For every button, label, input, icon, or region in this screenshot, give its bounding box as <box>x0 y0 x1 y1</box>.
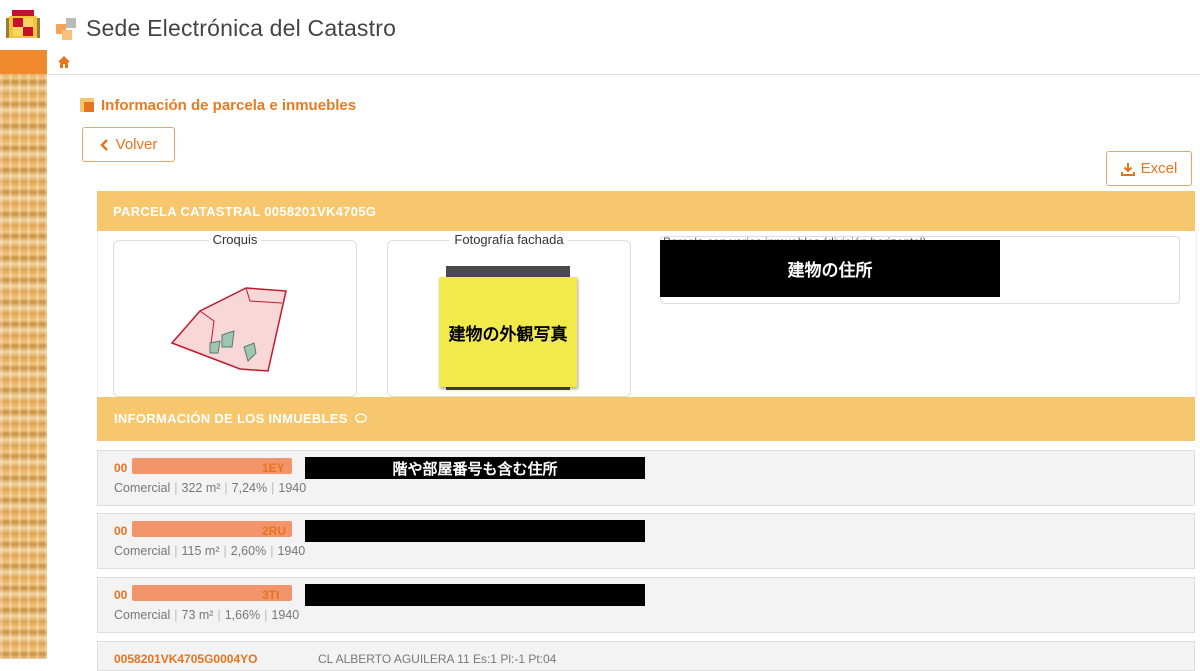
parcela-header-text: PARCELA CATASTRAL 0058201VK4705G <box>113 204 377 219</box>
inmueble-ref-prefix[interactable]: 00 <box>114 524 127 538</box>
inmueble-row[interactable]: 00 3TI Comercial | 73 m² | 1,66% | 1940 <box>97 577 1195 633</box>
inmueble-use: Comercial <box>114 481 171 495</box>
inmueble-row[interactable]: 0058201VK4705G0004YO CL ALBERTO AGUILERA… <box>97 641 1195 671</box>
fachada-label: Fotografía fachada <box>450 232 568 247</box>
header-accent-strip <box>0 50 47 74</box>
chevron-left-icon <box>99 138 108 151</box>
page-title-text: Información de parcela e inmuebles <box>101 97 357 114</box>
inmueble-ref[interactable]: 0058201VK4705G0004YO <box>114 652 257 666</box>
inmueble-ref-suffix[interactable]: 2RU <box>262 524 286 538</box>
page-title: Información de parcela e inmuebles <box>81 97 356 114</box>
parcela-panel-header: PARCELA CATASTRAL 0058201VK4705G <box>97 191 1195 231</box>
address-redaction: 建物の住所 <box>660 240 1000 297</box>
fachada-box[interactable]: Fotografía fachada 建物の外観写真 <box>387 232 631 397</box>
inmuebles-panel-header: INFORMACIÓN DE LOS INMUEBLES <box>97 397 1195 441</box>
site-header: Sede Electrónica del Catastro <box>0 0 1200 51</box>
home-icon[interactable] <box>57 55 71 69</box>
inmueble-ref-suffix[interactable]: 3TI <box>262 588 279 602</box>
inmueble-pct: 7,24% <box>231 481 268 495</box>
inmueble-pct: 1,66% <box>224 608 261 622</box>
inmueble-row[interactable]: 00 2RU Comercial | 115 m² | 2,60% | 1940 <box>97 513 1195 569</box>
address-redaction <box>305 584 645 606</box>
inmueble-year: 1940 <box>277 544 306 558</box>
inmueble-pct: 2,60% <box>230 544 267 558</box>
inmueble-ref-prefix[interactable]: 00 <box>114 588 127 602</box>
inmueble-area: 115 m² <box>181 544 220 558</box>
parcel-sketch-icon <box>170 287 287 372</box>
inmueble-meta: Comercial | 115 m² | 2,60% | 1940 <box>114 544 306 558</box>
volver-button[interactable]: Volver <box>82 127 175 162</box>
croquis-box[interactable]: Croquis <box>113 232 357 397</box>
inmueble-area: 73 m² <box>181 608 214 622</box>
coat-of-arms-icon <box>6 10 40 38</box>
chat-bubble-icon[interactable] <box>354 413 367 424</box>
inmueble-ref-prefix[interactable]: 00 <box>114 461 127 475</box>
address-redaction: 階や部屋番号も含む住所 <box>305 457 645 479</box>
inmueble-use: Comercial <box>114 608 171 622</box>
volver-label: Volver <box>115 136 158 153</box>
address-redaction <box>305 520 645 542</box>
facade-photo-note: 建物の外観写真 <box>439 277 577 387</box>
inmuebles-header-text: INFORMACIÓN DE LOS INMUEBLES <box>114 411 348 426</box>
download-icon <box>1120 162 1135 176</box>
inmueble-row[interactable]: 00 1EY 階や部屋番号も含む住所 Comercial | 322 m² | 7,24… <box>97 450 1195 506</box>
breadcrumb <box>47 50 1200 75</box>
side-photo-strip <box>0 50 47 659</box>
catastro-logo-icon <box>56 18 76 40</box>
inmueble-year: 1940 <box>278 481 307 495</box>
inmueble-address: CL ALBERTO AGUILERA 11 Es:1 Pl:-1 Pt:04 <box>318 652 557 666</box>
inmueble-ref-suffix[interactable]: 1EY <box>262 461 285 475</box>
inmueble-meta: Comercial | 73 m² | 1,66% | 1940 <box>114 608 300 622</box>
inmueble-year: 1940 <box>271 608 300 622</box>
excel-label: Excel <box>1140 160 1178 177</box>
inmueble-use: Comercial <box>114 544 171 558</box>
inmueble-meta: Comercial | 322 m² | 7,24% | 1940 <box>114 481 307 495</box>
site-title[interactable]: Sede Electrónica del Catastro <box>86 15 396 42</box>
excel-button[interactable]: Excel <box>1106 151 1192 186</box>
inmueble-area: 322 m² <box>181 481 221 495</box>
